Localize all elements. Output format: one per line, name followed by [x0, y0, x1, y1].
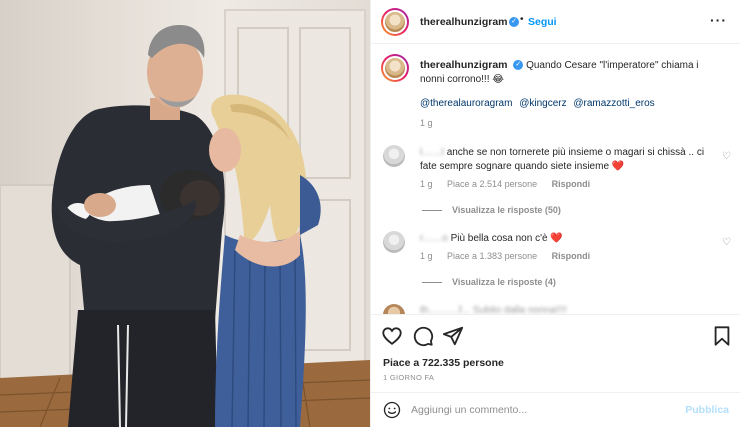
reply-button[interactable]: Rispondi	[552, 179, 591, 189]
comment-meta: 1 g Piace a 1.383 persone Rispondi	[420, 251, 602, 261]
comment-likes[interactable]: Piace a 2.514 persone	[447, 179, 537, 189]
view-replies-button[interactable]: Visualizza le risposte (4)	[422, 277, 556, 287]
caption-time: 1 g	[420, 118, 433, 128]
verified-check-icon: ✓	[513, 60, 524, 71]
view-replies-label: Visualizza le risposte (50)	[452, 205, 561, 215]
more-horizontal-icon[interactable]: ···	[710, 12, 727, 28]
tag-link[interactable]: @ramazzotti_eros	[573, 98, 654, 109]
comment-bubble-icon[interactable]	[412, 325, 434, 347]
post-date: 1 GIORNO FA	[383, 373, 435, 382]
caption-author-avatar[interactable]	[381, 54, 409, 82]
view-replies-label: Visualizza le risposte (4)	[452, 277, 556, 287]
comment-body: r.......o Più bella cosa non c'è ❤️	[420, 232, 710, 246]
post-likes-count[interactable]: Piace a 722.335 persone	[383, 357, 504, 369]
comment-body: l.......l anche se non tornerete più ins…	[420, 146, 710, 174]
commenter-avatar[interactable]	[383, 145, 405, 167]
replies-divider	[422, 210, 442, 212]
bookmark-save-icon[interactable]	[711, 325, 733, 347]
emoji-smiley-icon[interactable]	[383, 401, 401, 419]
reply-button[interactable]: Rispondi	[552, 251, 591, 261]
commenter-avatar[interactable]	[383, 231, 405, 253]
caption-tags: @therealauroragram @kingcerz @ramazzotti…	[420, 98, 659, 109]
comment-likes[interactable]: Piace a 1.383 persone	[447, 251, 537, 261]
comment-emoji: ❤️	[550, 233, 563, 244]
author-username[interactable]: therealhunzigram	[420, 16, 508, 28]
author-avatar[interactable]	[381, 8, 409, 36]
comment-emoji: ❤️	[611, 161, 625, 172]
post-actions: Piace a 722.335 persone 1 GIORNO FA	[371, 314, 740, 398]
add-comment-bar: Pubblica	[371, 392, 740, 427]
tag-link[interactable]: @kingcerz	[519, 98, 566, 109]
comment-like-heart-icon[interactable]: ♡	[722, 237, 731, 248]
comment-meta: 1 g Piace a 2.514 persone Rispondi	[420, 179, 602, 189]
comment-time: 1 g	[420, 179, 433, 189]
tag-link[interactable]: @therealauroragram	[420, 98, 512, 109]
header-separator: •	[520, 14, 524, 25]
caption-username[interactable]: therealhunzigram	[420, 59, 508, 71]
comment-input[interactable]	[411, 401, 661, 419]
post-photo-illustration	[0, 9, 370, 427]
post-caption: therealhunzigram ✓ Quando Cesare "l'impe…	[420, 58, 720, 87]
post-side-panel: therealhunzigram ✓ • Segui ··· therealhu…	[370, 0, 740, 427]
comment-text: Più bella cosa non c'è	[450, 233, 548, 244]
follow-button[interactable]: Segui	[528, 16, 557, 28]
view-replies-button[interactable]: Visualizza le risposte (50)	[422, 205, 561, 215]
like-heart-icon[interactable]	[381, 325, 403, 347]
publish-button[interactable]: Pubblica	[685, 404, 729, 416]
comment-like-heart-icon[interactable]: ♡	[722, 151, 731, 162]
post-photo	[0, 0, 370, 427]
post-header: therealhunzigram ✓ • Segui ···	[371, 0, 740, 44]
commenter-username[interactable]: r.......o	[420, 233, 448, 244]
comment-text: anche se non tornerete più insieme o mag…	[420, 147, 705, 172]
instagram-post-modal: therealhunzigram ✓ • Segui ··· therealhu…	[0, 0, 740, 427]
replies-divider	[422, 282, 442, 284]
comment-time: 1 g	[420, 251, 433, 261]
commenter-username[interactable]: l.......l	[420, 147, 444, 158]
verified-check-icon: ✓	[509, 17, 519, 27]
share-send-icon[interactable]	[442, 325, 464, 347]
